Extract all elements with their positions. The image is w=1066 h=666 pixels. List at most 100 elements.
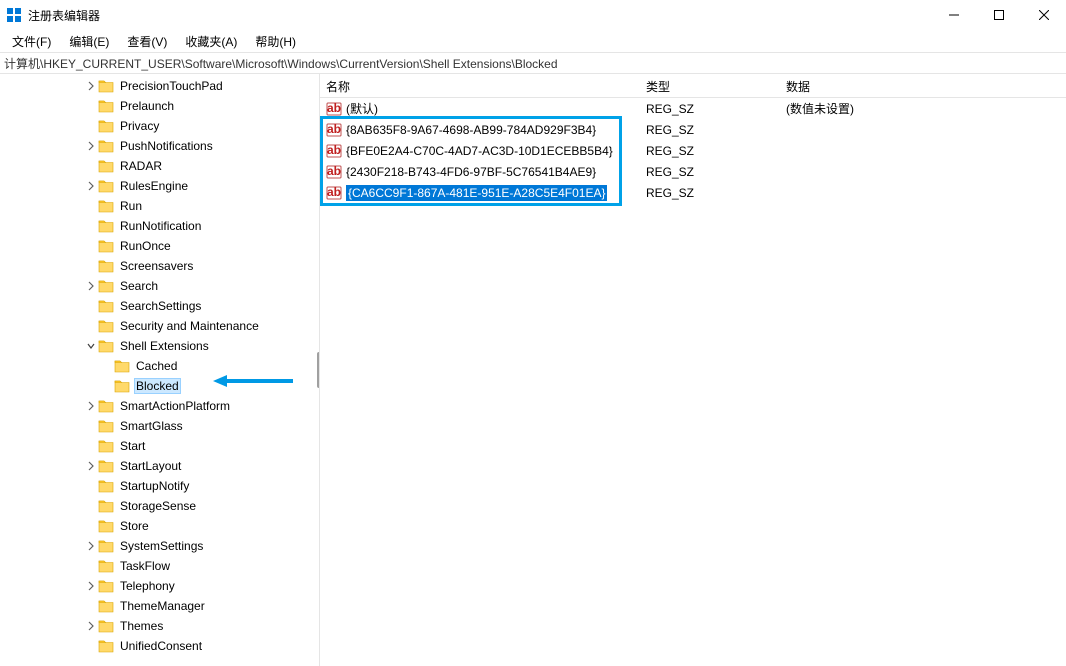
tree-item[interactable]: RunOnce: [0, 236, 319, 256]
tree-item[interactable]: Cached: [0, 356, 319, 376]
folder-icon: [98, 119, 114, 133]
title-bar: 注册表编辑器: [0, 0, 1066, 30]
menu-edit[interactable]: 编辑(E): [61, 31, 117, 52]
tree-item[interactable]: RulesEngine: [0, 176, 319, 196]
folder-icon: [98, 539, 114, 553]
string-value-icon: ab: [326, 143, 342, 159]
tree-item[interactable]: Screensavers: [0, 256, 319, 276]
folder-icon: [98, 439, 114, 453]
column-header-name[interactable]: 名称: [320, 74, 640, 97]
tree-item[interactable]: SmartGlass: [0, 416, 319, 436]
chevron-right-icon[interactable]: [84, 179, 98, 193]
close-button[interactable]: [1021, 0, 1066, 30]
app-icon: [6, 7, 22, 23]
tree-item-label: Shell Extensions: [118, 338, 211, 354]
expander-empty: [84, 439, 98, 453]
tree-item-label: PushNotifications: [118, 138, 215, 154]
tree-item-label: RADAR: [118, 158, 164, 174]
tree-item[interactable]: SearchSettings: [0, 296, 319, 316]
list-body[interactable]: ab(默认)REG_SZ(数值未设置)ab{8AB635F8-9A67-4698…: [320, 98, 1066, 666]
tree-item[interactable]: Shell Extensions: [0, 336, 319, 356]
tree-item[interactable]: PrecisionTouchPad: [0, 76, 319, 96]
tree-item-label: StartLayout: [118, 458, 183, 474]
chevron-right-icon[interactable]: [84, 619, 98, 633]
window-controls: [931, 0, 1066, 30]
tree-item[interactable]: RADAR: [0, 156, 319, 176]
folder-icon: [98, 299, 114, 313]
tree-item[interactable]: UnifiedConsent: [0, 636, 319, 656]
tree-item[interactable]: Run: [0, 196, 319, 216]
tree-item[interactable]: ThemeManager: [0, 596, 319, 616]
tree-item-label: Security and Maintenance: [118, 318, 261, 334]
expander-empty: [84, 519, 98, 533]
tree-item-label: Run: [118, 198, 144, 214]
list-row[interactable]: ab(默认)REG_SZ(数值未设置): [320, 98, 1066, 119]
list-header: 名称 类型 数据: [320, 74, 1066, 98]
value-name: {BFE0E2A4-C70C-4AD7-AC3D-10D1ECEBB5B4}: [346, 144, 613, 158]
tree-item[interactable]: Blocked: [0, 376, 319, 396]
menu-view[interactable]: 查看(V): [119, 31, 175, 52]
chevron-right-icon[interactable]: [84, 579, 98, 593]
address-bar[interactable]: 计算机\HKEY_CURRENT_USER\Software\Microsoft…: [0, 52, 1066, 74]
list-row[interactable]: ab{CA6CC9F1-867A-481E-951E-A28C5E4F01EA}…: [320, 182, 1066, 203]
list-row[interactable]: ab{2430F218-B743-4FD6-97BF-5C76541B4AE9}…: [320, 161, 1066, 182]
tree-item[interactable]: SystemSettings: [0, 536, 319, 556]
tree-item[interactable]: Telephony: [0, 576, 319, 596]
tree-item-label: Prelaunch: [118, 98, 176, 114]
tree-item[interactable]: PushNotifications: [0, 136, 319, 156]
tree-item[interactable]: StartLayout: [0, 456, 319, 476]
tree-item-label: PrecisionTouchPad: [118, 78, 225, 94]
tree-item[interactable]: RunNotification: [0, 216, 319, 236]
menu-help[interactable]: 帮助(H): [247, 31, 304, 52]
chevron-right-icon[interactable]: [84, 399, 98, 413]
cell-name: ab{8AB635F8-9A67-4698-AB99-784AD929F3B4}: [320, 119, 640, 140]
chevron-right-icon[interactable]: [84, 79, 98, 93]
tree-item[interactable]: SmartActionPlatform: [0, 396, 319, 416]
folder-icon: [98, 419, 114, 433]
chevron-right-icon[interactable]: [84, 539, 98, 553]
cell-name: ab{2430F218-B743-4FD6-97BF-5C76541B4AE9}: [320, 161, 640, 182]
folder-icon: [98, 279, 114, 293]
expander-empty: [84, 419, 98, 433]
column-header-data[interactable]: 数据: [780, 74, 1066, 97]
tree-item-label: Store: [118, 518, 151, 534]
menu-favorites[interactable]: 收藏夹(A): [177, 31, 245, 52]
expander-empty: [84, 119, 98, 133]
menu-file[interactable]: 文件(F): [4, 31, 59, 52]
expander-empty: [84, 99, 98, 113]
list-row[interactable]: ab{8AB635F8-9A67-4698-AB99-784AD929F3B4}…: [320, 119, 1066, 140]
tree-item[interactable]: Prelaunch: [0, 96, 319, 116]
tree-item-label: Blocked: [134, 378, 181, 394]
chevron-down-icon[interactable]: [84, 339, 98, 353]
address-path: 计算机\HKEY_CURRENT_USER\Software\Microsoft…: [4, 55, 558, 72]
list-row[interactable]: ab {BFE0E2A4-C70C-4AD7-AC3D-10D1ECEBB5B4}…: [320, 140, 1066, 161]
value-name: {CA6CC9F1-867A-481E-951E-A28C5E4F01EA}: [346, 185, 607, 201]
folder-icon: [98, 159, 114, 173]
tree-item[interactable]: Store: [0, 516, 319, 536]
maximize-button[interactable]: [976, 0, 1021, 30]
tree-item-label: Start: [118, 438, 147, 454]
tree-item[interactable]: Privacy: [0, 116, 319, 136]
tree-item[interactable]: Start: [0, 436, 319, 456]
tree-item[interactable]: Security and Maintenance: [0, 316, 319, 336]
tree-item[interactable]: StorageSense: [0, 496, 319, 516]
chevron-right-icon[interactable]: [84, 279, 98, 293]
folder-icon: [98, 639, 114, 653]
tree-item[interactable]: Search: [0, 276, 319, 296]
folder-icon: [98, 259, 114, 273]
tree-item[interactable]: TaskFlow: [0, 556, 319, 576]
tree-item-label: Cached: [134, 358, 179, 374]
tree-item-label: Privacy: [118, 118, 161, 134]
minimize-button[interactable]: [931, 0, 976, 30]
cell-data: [780, 182, 1066, 203]
tree-item[interactable]: StartupNotify: [0, 476, 319, 496]
tree-panel[interactable]: PrecisionTouchPad Prelaunch Privacy PushNot…: [0, 74, 320, 666]
chevron-right-icon[interactable]: [84, 139, 98, 153]
expander-empty: [84, 199, 98, 213]
chevron-right-icon[interactable]: [84, 459, 98, 473]
menu-bar: 文件(F) 编辑(E) 查看(V) 收藏夹(A) 帮助(H): [0, 30, 1066, 52]
folder-icon: [98, 139, 114, 153]
registry-tree: PrecisionTouchPad Prelaunch Privacy PushNot…: [0, 74, 319, 658]
tree-item[interactable]: Themes: [0, 616, 319, 636]
column-header-type[interactable]: 类型: [640, 74, 780, 97]
